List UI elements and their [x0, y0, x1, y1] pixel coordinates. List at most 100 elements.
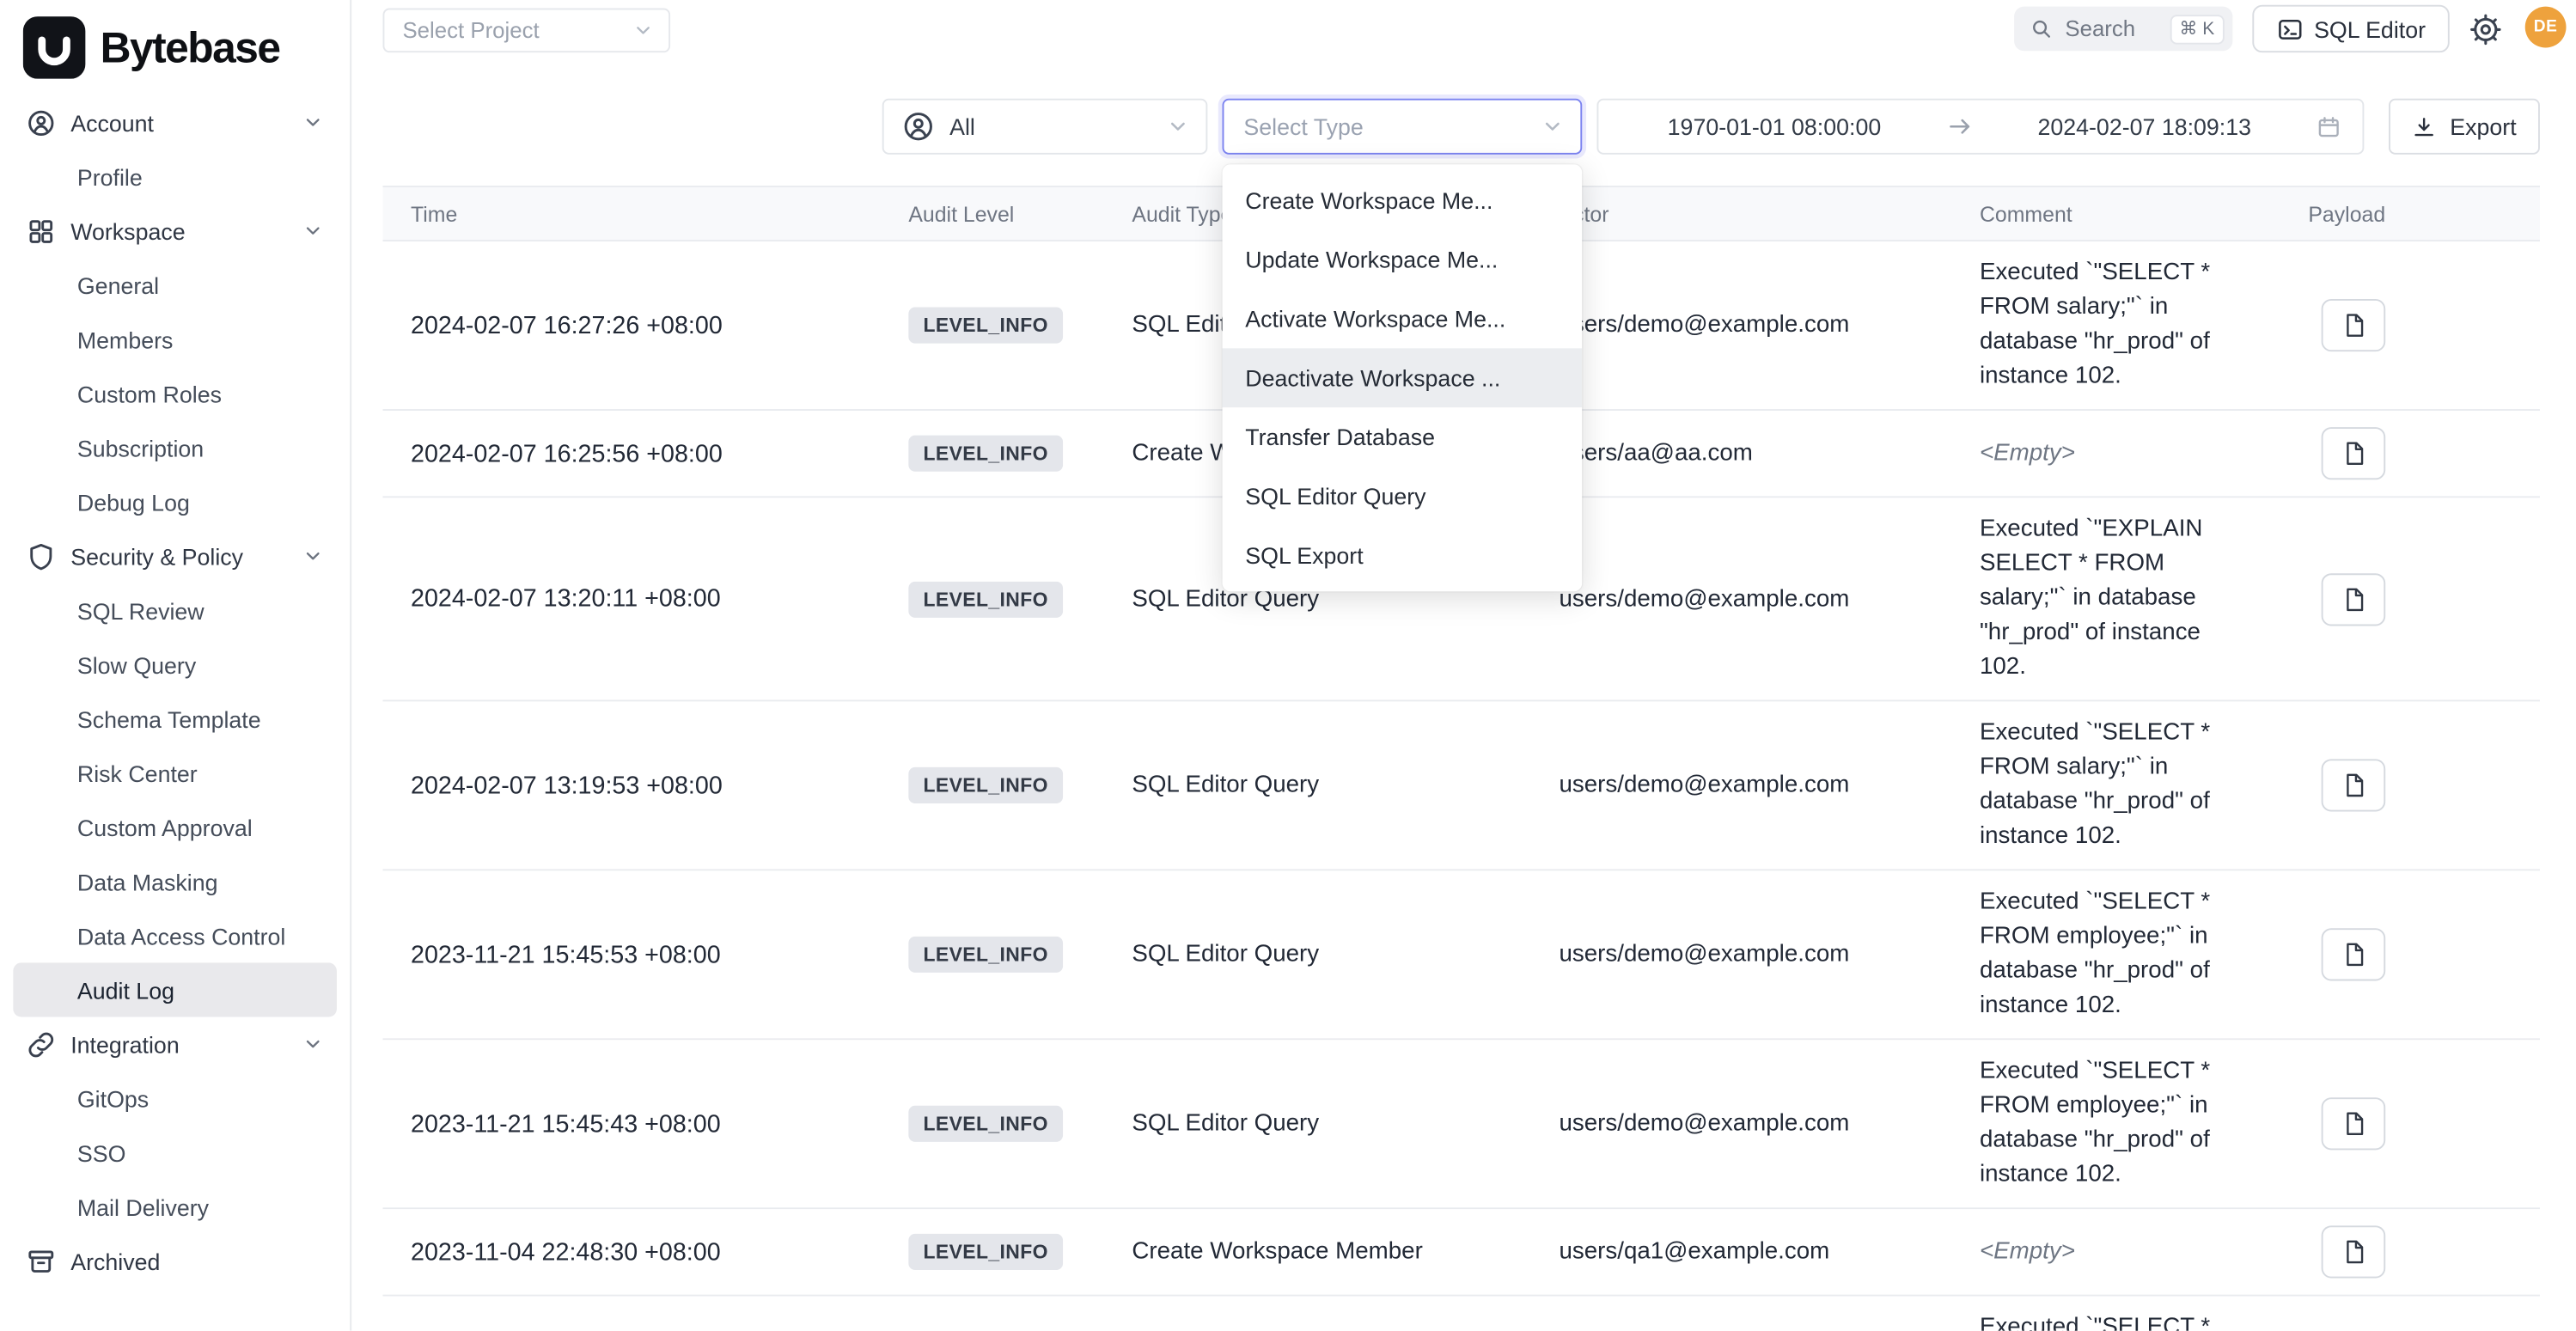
column-header-time: Time	[382, 201, 895, 226]
item-label: GitOps	[77, 1085, 149, 1112]
export-label: Export	[2450, 113, 2516, 140]
item-label: Risk Center	[77, 760, 198, 786]
sidebar-item-profile[interactable]: Profile	[13, 150, 337, 204]
sidebar-item-data-masking[interactable]: Data Masking	[13, 854, 337, 908]
chevron-down-icon	[302, 1034, 324, 1055]
sidebar-item-mail-delivery[interactable]: Mail Delivery	[13, 1180, 337, 1234]
search-placeholder: Search	[2065, 16, 2158, 41]
cell-comment: Executed `"SELECT * FROM employee;"` in …	[1980, 1054, 2308, 1193]
audit-level-badge: LEVEL_INFO	[908, 1234, 1063, 1270]
payload-view-button[interactable]	[2322, 928, 2386, 980]
sidebar-item-custom-roles[interactable]: Custom Roles	[13, 366, 337, 420]
audit-level-badge: LEVEL_INFO	[908, 767, 1063, 803]
archive-icon	[27, 1246, 56, 1275]
sidebar-item-sso[interactable]: SSO	[13, 1126, 337, 1180]
cell-comment: <Empty>	[1980, 1235, 2308, 1269]
item-label: Debug Log	[77, 489, 190, 516]
sidebar-section-archived[interactable]: Archived	[13, 1234, 337, 1288]
user-avatar[interactable]: DE	[2525, 7, 2567, 48]
item-label: General	[77, 272, 159, 298]
sidebar-item-risk-center[interactable]: Risk Center	[13, 746, 337, 800]
search-input[interactable]: Search ⌘ K	[2014, 7, 2232, 52]
chevron-down-icon	[632, 20, 654, 41]
chevron-down-icon	[302, 220, 324, 241]
cell-time: 2023-11-21 15:45:53 +08:00	[382, 941, 895, 969]
cell-comment: <Empty>	[1980, 437, 2308, 471]
dropdown-option-transfer-database[interactable]: Transfer Database	[1223, 407, 1583, 467]
section-label: Security & Policy	[70, 543, 243, 570]
dropdown-option-update-workspace-member[interactable]: Update Workspace Me...	[1223, 230, 1583, 290]
dropdown-option-sql-editor-query[interactable]: SQL Editor Query	[1223, 467, 1583, 526]
sql-editor-label: SQL Editor	[2314, 15, 2426, 42]
date-range-picker[interactable]: 1970-01-01 08:00:00 2024-02-07 18:09:13	[1596, 99, 2364, 155]
payload-view-button[interactable]	[2322, 299, 2386, 351]
sidebar-section-account[interactable]: Account	[13, 95, 337, 150]
settings-button[interactable]	[2468, 11, 2504, 47]
actor-filter-select[interactable]: All	[882, 99, 1208, 155]
download-icon	[2412, 114, 2437, 139]
file-icon	[2341, 312, 2367, 339]
sidebar-item-debug-log[interactable]: Debug Log	[13, 475, 337, 529]
chevron-down-icon	[1541, 115, 1564, 138]
payload-view-button[interactable]	[2322, 759, 2386, 811]
sidebar-section-workspace[interactable]: Workspace	[13, 204, 337, 258]
cell-audit-type: Create Workspace Member	[1132, 1239, 1559, 1266]
chevron-down-icon	[302, 546, 324, 567]
cell-comment: Executed `"EXPLAIN SELECT * FROM salary;…	[1980, 513, 2308, 686]
item-label: Subscription	[77, 435, 204, 461]
brand-name: Bytebase	[101, 22, 280, 73]
sidebar-item-members[interactable]: Members	[13, 312, 337, 366]
grid-icon	[27, 216, 56, 245]
file-icon	[2341, 942, 2367, 968]
cell-comment: Executed `"SELECT * FROM employee;"` in …	[1980, 886, 2308, 1024]
link-icon	[27, 1029, 56, 1059]
type-filter-placeholder: Select Type	[1243, 113, 1363, 140]
payload-view-button[interactable]	[2322, 427, 2386, 479]
sidebar-item-custom-approval[interactable]: Custom Approval	[13, 800, 337, 854]
gear-icon	[2469, 13, 2502, 46]
avatar-initials: DE	[2534, 18, 2558, 36]
export-button[interactable]: Export	[2389, 99, 2540, 155]
sidebar-item-slow-query[interactable]: Slow Query	[13, 638, 337, 692]
brand-logo[interactable]: Bytebase	[0, 0, 350, 92]
sidebar-item-gitops[interactable]: GitOps	[13, 1072, 337, 1126]
column-header-audit-level: Audit Level	[895, 201, 1132, 226]
item-label: Profile	[77, 163, 143, 190]
sidebar-item-schema-template[interactable]: Schema Template	[13, 692, 337, 746]
column-header-comment: Comment	[1980, 201, 2308, 226]
project-select[interactable]: Select Project	[382, 9, 670, 53]
payload-view-button[interactable]	[2322, 1097, 2386, 1150]
cell-time: 2023-11-21 15:45:43 +08:00	[382, 1110, 895, 1139]
sql-editor-button[interactable]: SQL Editor	[2252, 5, 2449, 52]
sidebar-item-subscription[interactable]: Subscription	[13, 420, 337, 474]
dropdown-option-activate-workspace-member[interactable]: Activate Workspace Me...	[1223, 290, 1583, 349]
sidebar-section-integration[interactable]: Integration	[13, 1017, 337, 1072]
sidebar-item-audit-log[interactable]: Audit Log	[13, 962, 337, 1017]
date-to: 2024-02-07 18:09:13	[2037, 113, 2251, 140]
cell-actor: users/demo@example.com	[1559, 1111, 1979, 1138]
table-row: 2023-11-04 22:48:30 +08:00 LEVEL_INFO Cr…	[382, 1209, 2539, 1296]
cell-audit-type: SQL Editor Query	[1132, 942, 1559, 968]
cell-audit-type: SQL Editor Query	[1132, 772, 1559, 799]
sidebar-item-general[interactable]: General	[13, 258, 337, 312]
dropdown-option-create-workspace-member[interactable]: Create Workspace Me...	[1223, 171, 1583, 230]
item-label: Slow Query	[77, 651, 196, 678]
cell-time: 2024-02-07 16:27:26 +08:00	[382, 311, 895, 339]
cell-comment: Executed `"SELECT * FROM department;"` i…	[1980, 1311, 2308, 1331]
payload-view-button[interactable]	[2322, 1225, 2386, 1278]
sidebar-item-data-access-control[interactable]: Data Access Control	[13, 908, 337, 962]
app-window: Bytebase Account Profile Workspace Gener…	[0, 0, 2576, 1331]
file-icon	[2341, 772, 2367, 799]
dropdown-option-sql-export[interactable]: SQL Export	[1223, 526, 1583, 585]
sidebar-item-sql-review[interactable]: SQL Review	[13, 583, 337, 638]
item-label: Schema Template	[77, 705, 261, 732]
arrow-right-icon	[1946, 113, 1973, 140]
dropdown-option-deactivate-workspace-member[interactable]: Deactivate Workspace ...	[1223, 348, 1583, 407]
sidebar-section-security-policy[interactable]: Security & Policy	[13, 529, 337, 583]
search-icon	[2030, 17, 2054, 40]
file-icon	[2341, 1111, 2367, 1138]
payload-view-button[interactable]	[2322, 572, 2386, 625]
audit-level-badge: LEVEL_INFO	[908, 937, 1063, 973]
file-icon	[2341, 1239, 2367, 1266]
type-filter-select[interactable]: Select Type	[1223, 99, 1583, 155]
